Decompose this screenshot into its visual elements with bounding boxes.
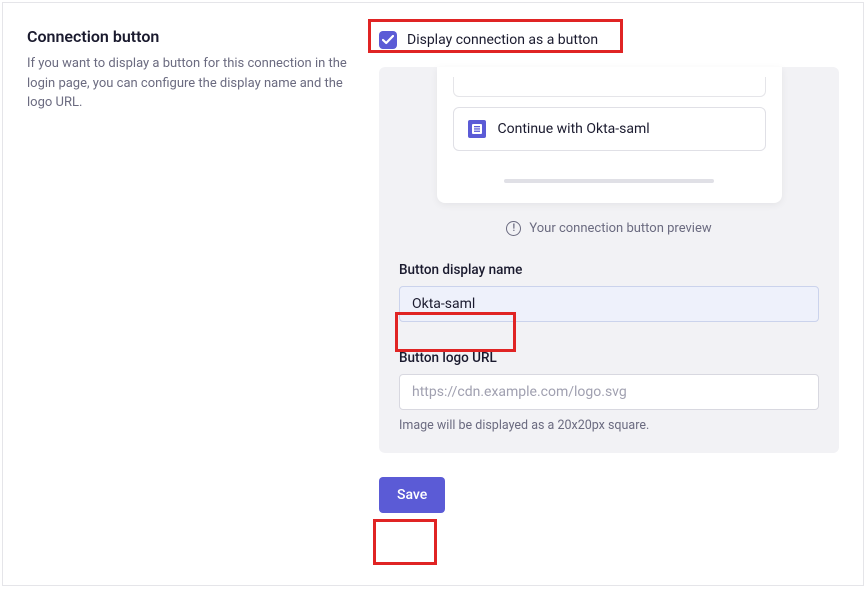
preview-caption-row: ! Your connection button preview xyxy=(399,221,819,236)
info-icon: ! xyxy=(506,221,521,236)
preview-button-text: Continue with Okta-saml xyxy=(498,121,650,137)
section-title: Connection button xyxy=(27,27,347,46)
preview-card: Continue with Okta-saml xyxy=(437,67,782,203)
logo-url-field: Button logo URL Image will be displayed … xyxy=(399,350,819,433)
preview-divider xyxy=(504,179,714,183)
logo-url-input[interactable] xyxy=(399,374,819,410)
save-button[interactable]: Save xyxy=(379,477,445,513)
logo-url-helper: Image will be displayed as a 20x20px squ… xyxy=(399,418,819,433)
display-name-input[interactable] xyxy=(399,286,819,322)
preview-caption-text: Your connection button preview xyxy=(529,221,711,236)
connection-logo-icon xyxy=(468,120,486,138)
logo-url-label: Button logo URL xyxy=(399,350,819,366)
display-name-field: Button display name xyxy=(399,262,819,330)
preview-panel: Continue with Okta-saml ! Your connectio… xyxy=(379,67,839,453)
display-as-button-toggle-row: Display connection as a button xyxy=(379,31,839,49)
display-as-button-checkbox[interactable] xyxy=(379,31,397,49)
preview-connection-button[interactable]: Continue with Okta-saml xyxy=(453,107,766,151)
checkmark-icon xyxy=(382,35,394,45)
display-as-button-label: Display connection as a button xyxy=(407,32,598,48)
section-description: If you want to display a button for this… xyxy=(27,54,347,113)
preview-button-ghost xyxy=(453,77,766,97)
display-name-label: Button display name xyxy=(399,262,819,278)
